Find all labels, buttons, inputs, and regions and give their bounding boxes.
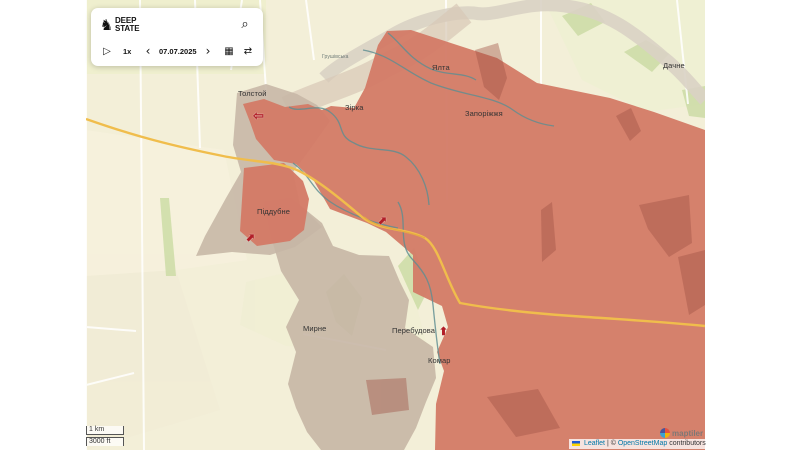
- deepstate-logo[interactable]: ♞ DEEP STATE: [99, 13, 161, 37]
- place-label-piddubne: Піддубне: [257, 207, 291, 216]
- west-arrow-icon[interactable]: ⇦: [251, 108, 266, 123]
- compare-arrows-icon: ⇄: [243, 45, 253, 57]
- brand-bottom-label: STATE: [115, 24, 140, 33]
- scale-imperial: 3000 ft: [86, 437, 124, 446]
- north-east-arrow-icon[interactable]: ⬈: [243, 231, 258, 246]
- attribution-suffix: contributors: [669, 440, 706, 447]
- place-label-yalta: Ялта: [432, 63, 450, 72]
- maptiler-icon: ◎: [660, 428, 670, 438]
- search-button[interactable]: ⌕: [237, 16, 253, 32]
- place-label-komar: Комар: [428, 356, 451, 365]
- previous-date-button[interactable]: ‹: [142, 43, 154, 59]
- ukraine-flag-icon: [572, 441, 580, 446]
- attribution-separator: | ©: [606, 440, 618, 447]
- maptiler-wordmark: maptiler: [672, 428, 704, 438]
- next-date-button[interactable]: ›: [202, 43, 214, 59]
- timeline-controls: ▷ 1x ‹ 07.07.2025 › ▦ ⇄: [99, 43, 256, 59]
- deepstate-map-page: Толстой Зірка Ялта Запоріжжя Піддубне Ми…: [0, 0, 790, 450]
- leaflet-link[interactable]: Leaflet: [584, 440, 605, 447]
- place-label-tolstoi: Толстой: [238, 89, 267, 98]
- chevron-right-icon: ›: [205, 44, 211, 58]
- place-label-zirka: Зірка: [345, 103, 364, 112]
- north-arrow-icon[interactable]: ⬆: [436, 325, 451, 340]
- map-scale: 1 km 3000 ft: [86, 425, 125, 447]
- map-attribution: Leaflet | © OpenStreetMap contributors: [569, 439, 709, 449]
- map-svg[interactable]: [86, 0, 705, 450]
- chevron-left-icon: ‹: [145, 44, 151, 58]
- playback-speed[interactable]: 1x: [123, 47, 131, 56]
- map-canvas[interactable]: Толстой Зірка Ялта Запоріжжя Піддубне Ми…: [86, 0, 705, 450]
- play-icon: ▷: [103, 45, 111, 57]
- north-east-arrow-icon[interactable]: ⬈: [375, 214, 390, 229]
- scale-metric: 1 km: [86, 426, 124, 435]
- openstreetmap-link[interactable]: OpenStreetMap: [618, 440, 667, 447]
- map-toolbar: ♞ DEEP STATE ⌕ ▷ 1x ‹ 07.07.2025 › ▦ ⇄: [91, 8, 263, 66]
- current-date[interactable]: 07.07.2025: [159, 47, 197, 56]
- knight-icon: ♞: [99, 15, 114, 34]
- street-label-hrushivska: Грушівська: [322, 54, 349, 60]
- calendar-icon: ▦: [224, 45, 234, 57]
- play-button[interactable]: ▷: [99, 43, 115, 59]
- search-icon: ⌕: [241, 16, 249, 32]
- compare-button[interactable]: ⇄: [240, 43, 256, 59]
- place-label-perebudova: Перебудова: [392, 326, 436, 335]
- place-label-myrne: Мирне: [303, 324, 327, 333]
- calendar-button[interactable]: ▦: [221, 43, 237, 59]
- maptiler-logo[interactable]: ◎ maptiler: [660, 427, 703, 439]
- place-label-dachne: Дачне: [663, 61, 685, 70]
- place-label-zaporizhzhia: Запоріжжя: [465, 109, 503, 118]
- brand-wordmark: DEEP STATE: [115, 16, 140, 34]
